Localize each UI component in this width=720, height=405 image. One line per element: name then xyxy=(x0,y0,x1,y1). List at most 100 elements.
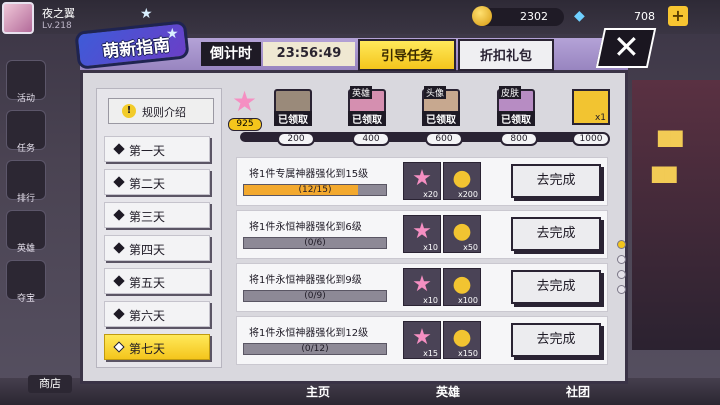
coin-icon xyxy=(472,6,492,26)
progress-text: (12/15) xyxy=(298,185,332,195)
task-row-2: 将1件永恒神器强化到6级 (0/6) ★ x10 ● x50 去完成 xyxy=(236,210,608,259)
page-dot[interactable] xyxy=(617,285,626,294)
task-name: 将1件永恒神器强化到9级 xyxy=(249,275,362,286)
day-tab-2[interactable]: 第二天 xyxy=(104,169,210,195)
reward-count: x10 xyxy=(423,243,438,252)
reward-count: x100 xyxy=(457,296,478,305)
task-name: 将1件永恒神器强化到12级 xyxy=(249,328,369,339)
progress-text: (0/6) xyxy=(304,238,326,248)
day-tab-6[interactable]: 第六天 xyxy=(104,301,210,327)
heroes-tab[interactable]: 英雄 xyxy=(436,383,460,400)
reward-slot[interactable]: ● x100 xyxy=(443,268,481,306)
reward-count: x1 xyxy=(594,113,606,123)
go-complete-button[interactable]: 去完成 xyxy=(511,270,601,304)
points-value: 925 xyxy=(228,118,262,131)
page-dot[interactable] xyxy=(617,255,626,264)
claimed-label: 已领取 xyxy=(497,111,535,126)
coin-value: 2302 xyxy=(520,10,548,23)
tab-guide-tasks[interactable]: 引导任务 xyxy=(358,39,456,71)
gold-coin-icon: ● xyxy=(452,166,472,191)
reward-count: x10 xyxy=(423,296,438,305)
diamond-icon xyxy=(113,176,125,188)
go-complete-button[interactable]: 去完成 xyxy=(511,164,601,198)
day-tab-4[interactable]: 第四天 xyxy=(104,235,210,261)
day-label: 第六天 xyxy=(129,309,166,323)
page-dot[interactable] xyxy=(617,270,626,279)
star-icon: ★ xyxy=(166,26,179,42)
day-label: 第四天 xyxy=(129,243,166,257)
sidebar-label: 排行 xyxy=(16,194,35,204)
milestone-tag: 头像 xyxy=(424,86,447,99)
diamond-icon xyxy=(113,308,125,320)
pink-star-icon: ★ xyxy=(412,166,432,191)
task-name: 将1件专属神器强化到15级 xyxy=(249,169,369,180)
player-avatar[interactable] xyxy=(2,2,34,34)
day-label: 第二天 xyxy=(129,177,166,191)
milestone-tag: 皮肤 xyxy=(499,86,522,99)
sidebar-label: 英雄 xyxy=(16,244,35,254)
task-progress-bar: (12/15) xyxy=(243,184,387,196)
player-name: 夜之翼 xyxy=(42,7,75,20)
community-tab[interactable]: 社团 xyxy=(566,383,590,400)
reward-slot[interactable]: ★ x20 xyxy=(403,162,441,200)
pink-star-icon: ★ xyxy=(412,219,432,244)
day-label: 第七天 xyxy=(129,342,166,356)
gem-icon: ◆ xyxy=(574,8,585,24)
progress-text: (0/9) xyxy=(304,291,326,301)
diamond-icon xyxy=(113,143,125,155)
reward-slot[interactable]: ● x200 xyxy=(443,162,481,200)
day-tab-3[interactable]: 第三天 xyxy=(104,202,210,228)
gold-coin-icon: ● xyxy=(452,272,472,297)
diamond-icon xyxy=(113,275,125,287)
info-icon: ! xyxy=(122,104,136,118)
day-label: 第五天 xyxy=(129,276,166,290)
tab-discount-packs[interactable]: 折扣礼包 xyxy=(458,39,554,71)
reward-count: x200 xyxy=(457,190,478,199)
rules-label: 规则介绍 xyxy=(142,106,186,119)
reward-slot[interactable]: ★ x10 xyxy=(403,215,441,253)
milestone-tag: 英雄 xyxy=(350,86,373,99)
go-complete-button[interactable]: 去完成 xyxy=(511,323,601,357)
reward-slot[interactable]: ● x150 xyxy=(443,321,481,359)
day-label: 第一天 xyxy=(129,144,166,158)
task-progress-bar: (0/12) xyxy=(243,343,387,355)
task-name: 将1件永恒神器强化到6级 xyxy=(249,222,362,233)
milestone-value: 1000 xyxy=(572,132,610,146)
page-dot[interactable] xyxy=(617,240,626,249)
milestone-value: 200 xyxy=(277,132,315,146)
diamond-icon xyxy=(113,242,125,254)
reward-count: x20 xyxy=(423,190,438,199)
claimed-label: 已领取 xyxy=(274,111,312,126)
gold-coin-icon: ● xyxy=(452,325,472,350)
diamond-icon xyxy=(113,209,125,221)
day-tab-5[interactable]: 第五天 xyxy=(104,268,210,294)
reward-slot[interactable]: ★ x10 xyxy=(403,268,441,306)
day-tab-1[interactable]: 第一天 xyxy=(104,136,210,162)
close-icon: ✕ xyxy=(613,28,640,66)
claimed-label: 已领取 xyxy=(422,111,460,126)
task-progress-bar: (0/9) xyxy=(243,290,387,302)
day-label: 第三天 xyxy=(129,210,166,224)
home-tab[interactable]: 主页 xyxy=(306,383,330,400)
event-banner-art: ▇▇ ▇▇ xyxy=(632,80,720,350)
reward-slot[interactable]: ● x50 xyxy=(443,215,481,253)
sidebar-label: 任务 xyxy=(16,144,35,154)
task-row-3: 将1件永恒神器强化到9级 (0/9) ★ x10 ● x100 去完成 xyxy=(236,263,608,312)
milestone-reward-5[interactable]: x1 xyxy=(572,89,610,125)
pink-star-icon: ★ xyxy=(232,85,258,118)
task-row-1: 将1件专属神器强化到15级 (12/15) ★ x20 ● x200 去完成 xyxy=(236,157,608,206)
add-currency-button[interactable]: + xyxy=(668,6,688,26)
countdown-timer: 23:56:49 xyxy=(263,42,355,66)
reward-slot[interactable]: ★ x15 xyxy=(403,321,441,359)
shop-button[interactable]: 商店 xyxy=(28,375,72,393)
countdown-label: 倒计时 xyxy=(201,42,261,66)
player-level: Lv.218 xyxy=(42,21,72,31)
go-complete-button[interactable]: 去完成 xyxy=(511,217,601,251)
task-row-4: 将1件永恒神器强化到12级 (0/12) ★ x15 ● x150 去完成 xyxy=(236,316,608,365)
diamond-icon xyxy=(113,341,125,353)
reward-count: x150 xyxy=(457,349,478,358)
sidebar-label: 夺宝 xyxy=(16,294,35,304)
claimed-label: 已领取 xyxy=(348,111,386,126)
day-tab-7[interactable]: 第七天 xyxy=(104,334,210,360)
milestone-value: 400 xyxy=(352,132,390,146)
